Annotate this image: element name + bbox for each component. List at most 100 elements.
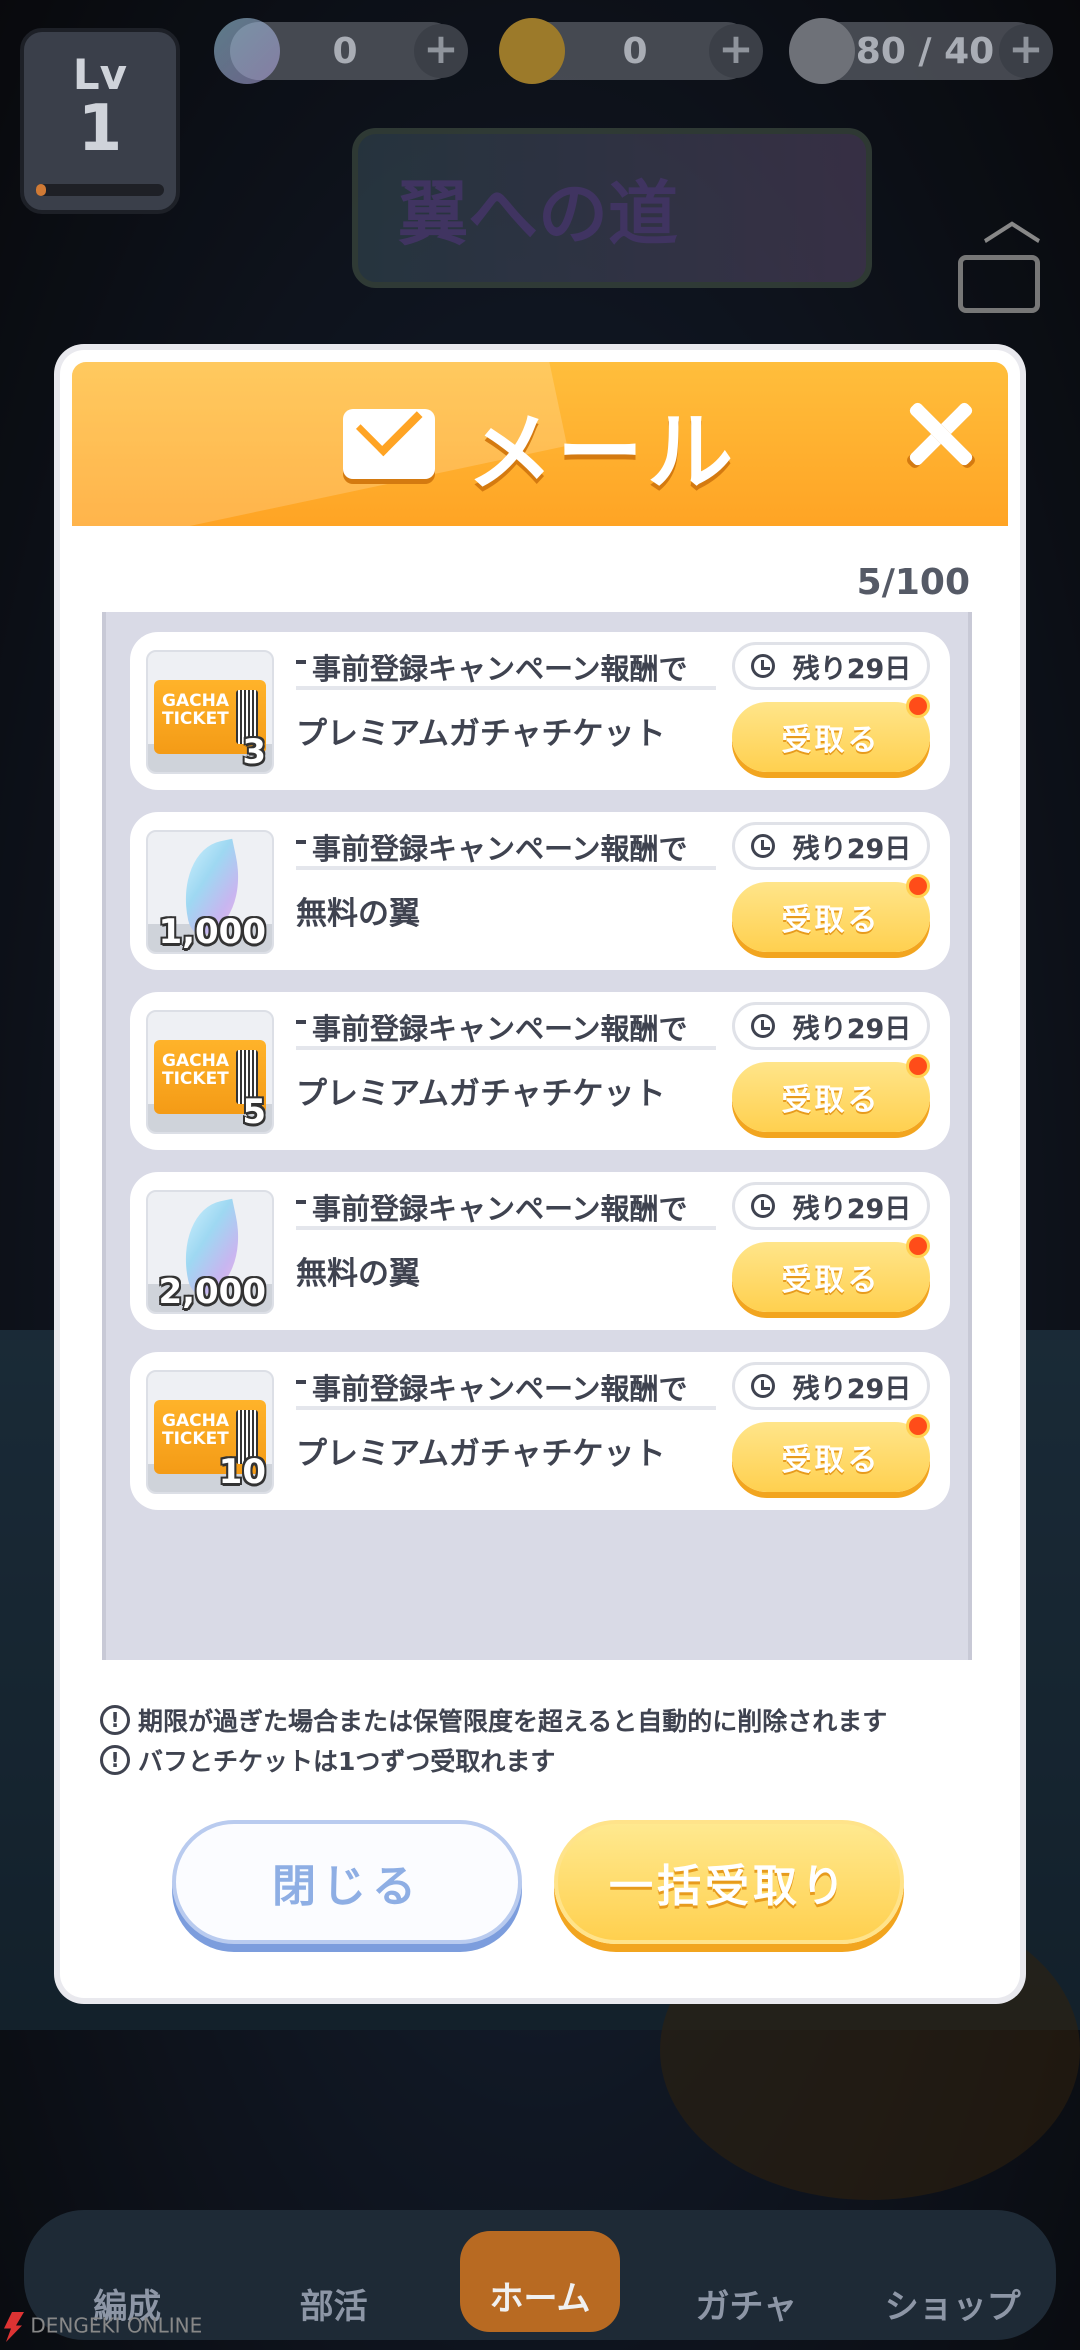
mail-item: 2,000 事前登録キャンペーン報酬で無料の翼 残り29日受取る	[130, 1172, 950, 1330]
receive-button-label: 受取る	[781, 1083, 881, 1118]
reward-quantity: 5	[242, 1092, 266, 1132]
tab-shop[interactable]: ショップ	[873, 2279, 1033, 2328]
ticket-label: GACHA TICKET	[162, 1411, 229, 1449]
fin-icon	[214, 18, 280, 84]
reward-quantity: 2,000	[158, 1272, 266, 1312]
ticket-label: GACHA TICKET	[162, 1051, 229, 1089]
mail-body: プレミアムガチャチケット	[296, 1436, 666, 1472]
modal-title: メール	[72, 362, 1008, 526]
remaining-days-text: 残り29日	[792, 1193, 912, 1225]
receive-button-label: 受取る	[781, 903, 881, 938]
add-stamina-button[interactable]: +	[999, 24, 1053, 78]
notification-dot	[906, 1234, 930, 1258]
notification-dot	[906, 874, 930, 898]
mail-item: GACHA TICKET 10 事前登録キャンペーン報酬でプレミアムガチャチケット 残…	[130, 1352, 950, 1510]
receive-button-label: 受取る	[781, 723, 881, 758]
notification-dot	[906, 1414, 930, 1438]
reward-quantity: 10	[218, 1452, 266, 1492]
mail-title-text: 事前登録キャンペーン報酬で	[312, 652, 688, 686]
add-fins-button[interactable]: +	[414, 24, 468, 78]
notification-dot	[906, 1054, 930, 1078]
notes: ! 期限が過ぎた場合または保管限度を超えると自動的に削除されます ! バフとチケ…	[100, 1700, 887, 1780]
mail-body: 無料の翼	[296, 896, 420, 932]
modal-title-text: メール	[467, 402, 737, 503]
watermark-text: DENGEKI ONLINE	[30, 2313, 203, 2338]
level-progress-fill	[36, 184, 47, 196]
clock-icon	[750, 1194, 775, 1218]
ticket-label: GACHA TICKET	[162, 691, 229, 729]
title-dash	[296, 1200, 306, 1204]
close-icon[interactable]	[904, 398, 976, 470]
side-mail-icon[interactable]	[958, 255, 1040, 313]
remaining-days: 残り29日	[732, 1182, 930, 1230]
add-coins-button[interactable]: +	[709, 24, 763, 78]
remaining-days-text: 残り29日	[792, 1013, 912, 1045]
receive-button[interactable]: 受取る	[732, 1234, 930, 1312]
envelope-icon	[343, 409, 435, 479]
receive-button[interactable]: 受取る	[732, 1414, 930, 1492]
mail-body: プレミアムガチャチケット	[296, 716, 666, 752]
reward-thumbnail: 1,000	[146, 830, 274, 954]
mail-title: 事前登録キャンペーン報酬で	[296, 1186, 716, 1230]
mail-item: GACHA TICKET 3 事前登録キャンペーン報酬でプレミアムガチャチケット 残り…	[130, 632, 950, 790]
coin-icon	[499, 18, 565, 84]
receive-button[interactable]: 受取る	[732, 694, 930, 772]
mail-title-text: 事前登録キャンペーン報酬で	[312, 1192, 688, 1226]
mail-modal: メール 5/100 GACHA TICKET 3 事前登録キャンペーン報酬で プレミア…	[60, 350, 1020, 1998]
tab-club[interactable]: 部活	[254, 2279, 414, 2328]
chevron-up-icon[interactable]: ︿	[982, 170, 1042, 257]
note-text: バフとチケットは1つずつ受取れます	[138, 1747, 556, 1776]
remaining-days-text: 残り29日	[792, 833, 912, 865]
modal-header: メール	[72, 362, 1008, 526]
banner-label: 翼への道	[398, 172, 678, 255]
reward-thumbnail: GACHA TICKET 3	[146, 650, 274, 774]
receive-button[interactable]: 受取る	[732, 874, 930, 952]
event-banner[interactable]: 翼への道	[352, 128, 872, 288]
remaining-days: 残り29日	[732, 642, 930, 690]
title-dash	[296, 1380, 306, 1384]
receive-all-button[interactable]: 一括受取り	[554, 1820, 904, 1944]
mail-body: プレミアムガチャチケット	[296, 1076, 666, 1112]
clock-icon	[750, 834, 775, 858]
top-hud: Lv 1 0 + 0 + 80 / 40 + 翼への道 ︿	[0, 0, 1080, 313]
level-box: Lv 1	[20, 28, 180, 214]
mail-title: 事前登録キャンペーン報酬で	[296, 1366, 716, 1410]
clock-icon	[750, 1014, 775, 1038]
watermark-bolt-icon	[4, 2312, 24, 2342]
fins-counter: 0 +	[214, 18, 468, 84]
level-progress-bar	[36, 184, 164, 196]
receive-button-label: 受取る	[781, 1263, 881, 1298]
clock-icon	[750, 1374, 775, 1398]
title-dash	[296, 660, 306, 664]
remaining-days-text: 残り29日	[792, 653, 912, 685]
mail-title: 事前登録キャンペーン報酬で	[296, 646, 716, 690]
coins-value: 0	[622, 30, 648, 72]
fins-value: 0	[332, 30, 358, 72]
close-button[interactable]: 閉じる	[172, 1820, 522, 1944]
alert-icon: !	[100, 1745, 130, 1775]
mail-count: 5/100	[856, 562, 970, 603]
note-line: ! 期限が過ぎた場合または保管限度を超えると自動的に削除されます	[100, 1700, 887, 1740]
tab-home[interactable]: ホーム	[459, 2231, 620, 2332]
remaining-days-text: 残り29日	[792, 1373, 912, 1405]
receive-button-label: 受取る	[781, 1443, 881, 1478]
notification-dot	[906, 694, 930, 718]
mail-title-text: 事前登録キャンペーン報酬で	[312, 1012, 688, 1046]
mail-list[interactable]: GACHA TICKET 3 事前登録キャンペーン報酬で プレミアムガチャチケット 残り…	[102, 612, 972, 1660]
title-dash	[296, 1020, 306, 1024]
reward-quantity: 3	[242, 732, 266, 772]
stamina-value: 80 / 40	[855, 30, 995, 72]
tab-gacha[interactable]: ガチャ	[666, 2279, 826, 2328]
mail-item: GACHA TICKET 5 事前登録キャンペーン報酬でプレミアムガチャチケット 残り…	[130, 992, 950, 1150]
mail-title-text: 事前登録キャンペーン報酬で	[312, 832, 688, 866]
note-line: ! バフとチケットは1つずつ受取れます	[100, 1740, 887, 1780]
mail-body: 無料の翼	[296, 1256, 420, 1292]
reward-thumbnail: 2,000	[146, 1190, 274, 1314]
watermark: DENGEKI ONLINE	[4, 2312, 202, 2342]
reward-thumbnail: GACHA TICKET 5	[146, 1010, 274, 1134]
receive-button[interactable]: 受取る	[732, 1054, 930, 1132]
level-value: 1	[77, 92, 123, 166]
coins-counter: 0 +	[499, 18, 763, 84]
mail-title: 事前登録キャンペーン報酬で	[296, 1006, 716, 1050]
alert-icon: !	[100, 1705, 130, 1735]
